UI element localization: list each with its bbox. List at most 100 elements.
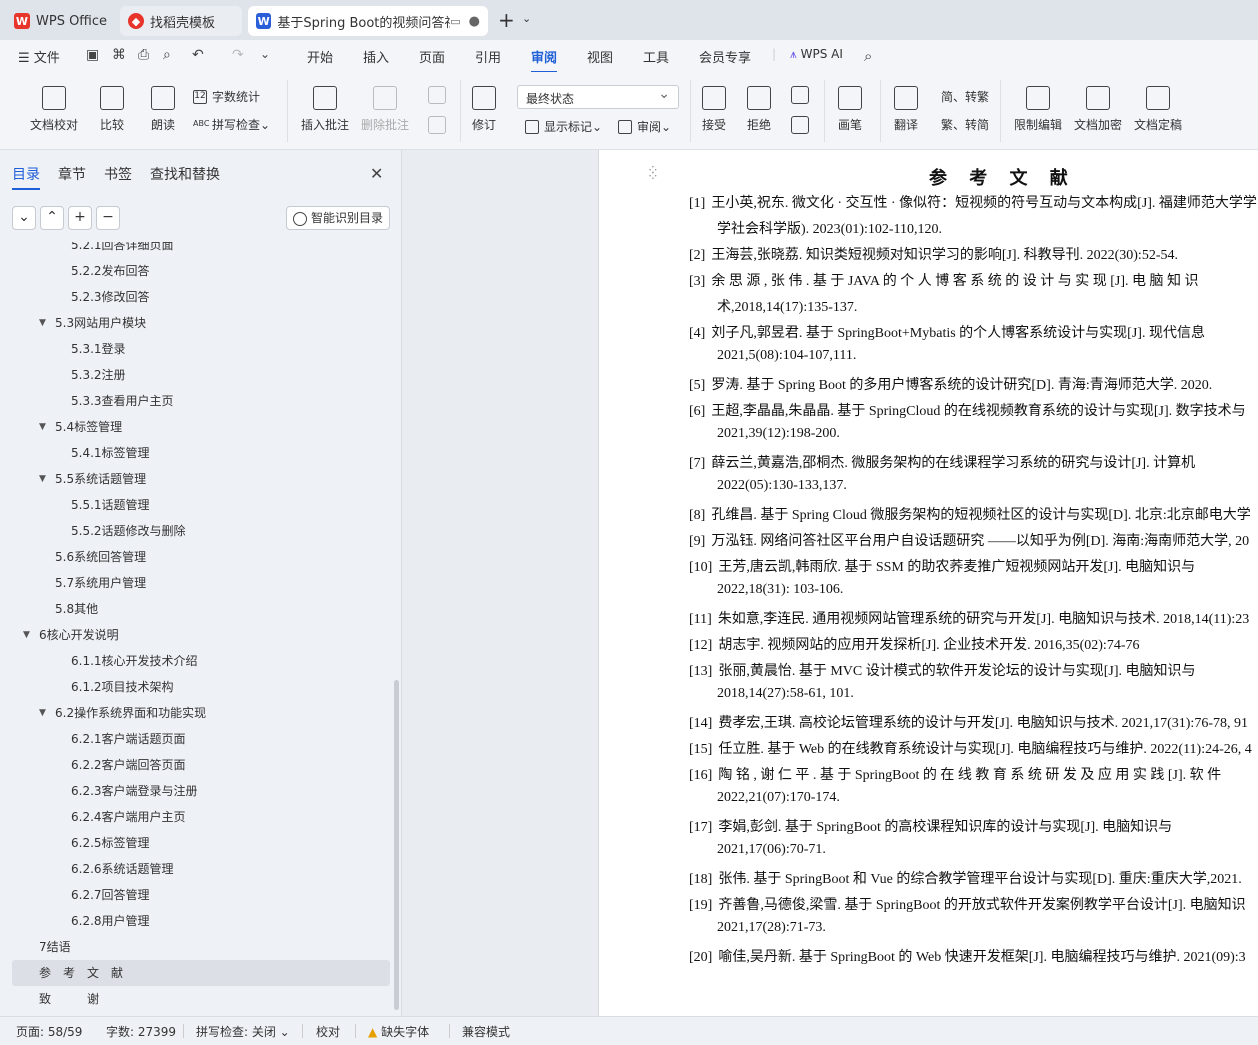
restrict-edit-button[interactable]: 限制编辑	[1014, 86, 1062, 133]
toc-item[interactable]: 5.4.1标签管理	[12, 440, 390, 466]
menu-review[interactable]: 审阅	[531, 47, 558, 73]
expand-arrow-icon[interactable]: ▼	[23, 622, 30, 648]
toc-item[interactable]: 5.3.2注册	[12, 362, 390, 388]
read-aloud-button[interactable]: 朗读	[151, 86, 175, 133]
toc-item[interactable]: 6.1.1核心开发技术介绍	[12, 648, 390, 674]
accept-button[interactable]: 接受	[702, 86, 726, 133]
add-heading-button[interactable]: +	[68, 206, 92, 230]
toc-item[interactable]: 6.2.8用户管理	[12, 908, 390, 934]
toc-item[interactable]: ▼ 6核心开发说明	[12, 622, 390, 648]
missing-font-status[interactable]: ▲ 缺失字体	[368, 1023, 429, 1040]
expand-arrow-icon[interactable]: ▼	[39, 310, 46, 336]
label: 文档校对	[30, 118, 79, 132]
tab-document[interactable]: W 基于Spring Boot的视频问答社 ▭ ●	[248, 6, 488, 36]
delete-comment-button[interactable]: 删除批注	[361, 86, 409, 133]
drag-handle-icon[interactable]: ⁘ ⁘	[647, 164, 660, 184]
collapse-all-button[interactable]: ⌄	[12, 206, 36, 230]
doc-proof-button[interactable]: 文档校对	[30, 86, 78, 133]
menu-reference[interactable]: 引用	[475, 47, 501, 66]
expand-arrow-icon[interactable]: ▼	[39, 414, 46, 440]
toc-item[interactable]: 5.7系统用户管理	[12, 570, 390, 596]
menu-insert[interactable]: 插入	[363, 47, 389, 66]
pen-button[interactable]: 画笔	[838, 86, 862, 133]
tab-chapters[interactable]: 章节	[58, 164, 86, 184]
simplified-to-traditional-button[interactable]: 简、转繁	[941, 88, 989, 105]
toc-item[interactable]: ▼ 5.5系统话题管理	[12, 466, 390, 492]
toc-item[interactable]: 6.1.2项目技术架构	[12, 674, 390, 700]
smart-toc-button[interactable]: 智能识别目录	[286, 206, 390, 230]
review-pane-button[interactable]: 审阅 ⌄	[618, 118, 671, 135]
toc-item[interactable]: 6.2.3客户端登录与注册	[12, 778, 390, 804]
word-count-button[interactable]: 12 字数统计	[193, 88, 260, 105]
menu-tools[interactable]: 工具	[643, 47, 669, 66]
undo-icon[interactable]: ↶	[192, 47, 204, 63]
print-preview-icon[interactable]: ⌕	[163, 47, 171, 63]
print-icon[interactable]: ⎙	[138, 47, 149, 63]
more-chevron-icon[interactable]: ⌄	[260, 47, 270, 61]
page-indicator[interactable]: 页面: 58/59	[16, 1023, 82, 1040]
proof-status[interactable]: 校对	[316, 1023, 340, 1040]
reject-button[interactable]: 拒绝	[747, 86, 771, 133]
tab-bookmarks[interactable]: 书签	[104, 164, 132, 184]
share-icon[interactable]: ⌘	[112, 47, 126, 63]
wps-ai-button[interactable]: ⩚ WPS AI	[790, 47, 843, 62]
toc-item[interactable]: 5.6系统回答管理	[12, 544, 390, 570]
toc-item[interactable]: 5.8其他	[12, 596, 390, 622]
translate-button[interactable]: 翻译	[894, 86, 918, 133]
spell-check-button[interactable]: ABC 拼写检查 ⌄	[193, 116, 270, 133]
chevron-down-icon[interactable]: ⌄	[522, 12, 531, 25]
spell-check-status[interactable]: 拼写检查: 关闭 ⌄	[196, 1023, 290, 1040]
scrollbar[interactable]	[394, 680, 399, 1010]
expand-arrow-icon[interactable]: ▼	[39, 466, 46, 492]
redo-icon[interactable]: ↷	[232, 47, 244, 63]
toc-item[interactable]: 6.2.2客户端回答页面	[12, 752, 390, 778]
tab-docer[interactable]: ◆ 找稻壳模板	[120, 6, 242, 36]
toc-item[interactable]: 5.2.2发布回答	[12, 258, 390, 284]
expand-button[interactable]: ⌃	[40, 206, 64, 230]
toc-item[interactable]: 5.5.1话题管理	[12, 492, 390, 518]
expand-arrow-icon[interactable]: ▼	[39, 700, 46, 726]
menu-start[interactable]: 开始	[307, 47, 333, 66]
search-icon[interactable]: ⌕	[864, 47, 872, 65]
prev-comment-button[interactable]	[428, 86, 446, 110]
toc-item[interactable]: ▼ 5.3网站用户模块	[12, 310, 390, 336]
markup-status-select[interactable]: 最终状态	[517, 85, 679, 109]
tab-find-replace[interactable]: 查找和替换	[150, 164, 220, 184]
toc-item[interactable]: 6.2.5标签管理	[12, 830, 390, 856]
word-count[interactable]: 字数: 27399	[106, 1023, 176, 1040]
doc-finalize-button[interactable]: 文档定稿	[1134, 86, 1182, 133]
traditional-to-simplified-button[interactable]: 繁、转简	[941, 116, 989, 133]
prev-change-button[interactable]	[791, 86, 809, 110]
menu-page[interactable]: 页面	[419, 47, 445, 66]
toc-item[interactable]: 6.2.4客户端用户主页	[12, 804, 390, 830]
close-icon[interactable]: ✕	[370, 164, 383, 183]
toc-item[interactable]: 6.2.1客户端话题页面	[12, 726, 390, 752]
menu-view[interactable]: 视图	[587, 47, 613, 66]
toc-item[interactable]: 6.2.6系统话题管理	[12, 856, 390, 882]
toc-item[interactable]: 5.2.3修改回答	[12, 284, 390, 310]
toc-item[interactable]: 5.5.2话题修改与删除	[12, 518, 390, 544]
next-change-button[interactable]	[791, 116, 809, 140]
toc-item[interactable]: 6.2.7回答管理	[12, 882, 390, 908]
insert-comment-button[interactable]: 插入批注	[301, 86, 349, 133]
revise-button[interactable]: 修订	[472, 86, 496, 133]
toc-item[interactable]: ▼ 5.4标签管理	[12, 414, 390, 440]
tab-wps-office[interactable]: W WPS Office	[6, 6, 116, 36]
toc-item[interactable]: ▼ 6.2操作系统界面和功能实现	[12, 700, 390, 726]
tab-toc[interactable]: 目录	[12, 164, 40, 190]
doc-encrypt-button[interactable]: 文档加密	[1074, 86, 1122, 133]
compare-button[interactable]: 比较	[100, 86, 124, 133]
toc-item[interactable]: 7结语	[12, 934, 390, 960]
toc-item[interactable]: 5.3.3查看用户主页	[12, 388, 390, 414]
new-tab-button[interactable]: +	[498, 8, 515, 32]
menu-member[interactable]: 会员专享	[699, 47, 751, 66]
toc-item[interactable]: 参 考 文 献	[12, 960, 390, 986]
toc-item[interactable]: 5.3.1登录	[12, 336, 390, 362]
file-menu[interactable]: ☰ 文件	[18, 47, 60, 66]
next-comment-button[interactable]	[428, 116, 446, 140]
toc-item[interactable]: 致 谢	[12, 986, 390, 1012]
toc-item[interactable]: 5.2.1回答详细页面	[12, 242, 390, 258]
remove-heading-button[interactable]: −	[96, 206, 120, 230]
save-icon[interactable]: ▣	[86, 47, 99, 63]
show-marks-button[interactable]: 显示标记 ⌄	[525, 118, 602, 135]
